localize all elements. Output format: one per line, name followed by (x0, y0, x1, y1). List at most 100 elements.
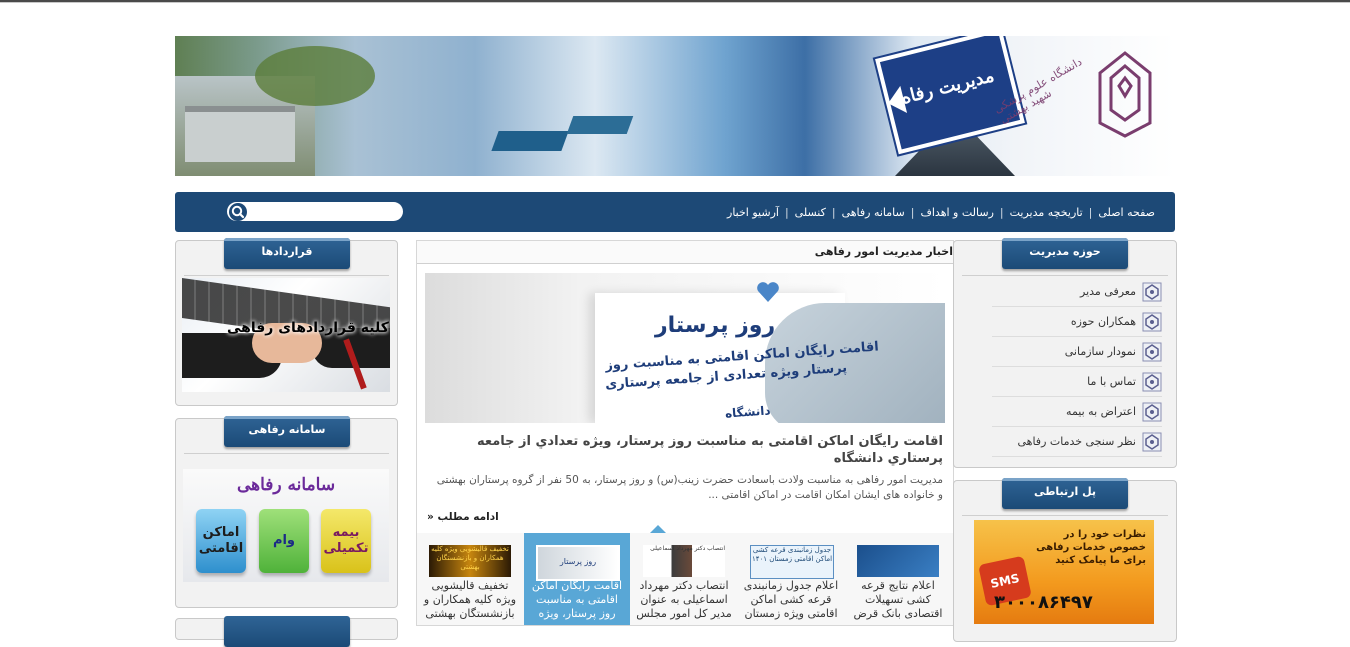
banner-sign-text: مدیریت رفاه (898, 65, 997, 109)
box-divider (184, 453, 389, 454)
contact-bridge-box-title-tab: پل ارتباطی (1002, 478, 1128, 509)
featured-news-image[interactable]: روز پرستار اقامت رایگان اماکن اقامتی به … (425, 273, 945, 423)
left-box-3 (175, 616, 398, 647)
menu-item-label: نظر سنجی خدمات رفاهی (1017, 435, 1136, 448)
banner-trees-photo (255, 46, 375, 106)
thumb-image-text: تخفیف قالیشویی ویژه کلیه همکاران و بازنش… (431, 545, 509, 571)
contact-bridge-box-title: پل ارتباطی (1033, 485, 1097, 498)
featured-news-headline[interactable]: اقامت رايگان اماكن اقامتی به مناسبت روز … (431, 433, 943, 467)
emblem-icon (1142, 402, 1162, 421)
banner-pingpong-table-photo (566, 116, 634, 134)
management-box: حوزه مدیریت معرفی مدیر همکاران حوزه نمود… (953, 238, 1177, 468)
news-section-title: اخبار مدیریت امور رفاهی (814, 245, 953, 258)
nav-item-history[interactable]: تاریخچه مدیریت (1004, 206, 1089, 219)
welfare-system-banner-image[interactable]: سامانه رفاهی بیمه تکمیلی وام اماکن اقامت… (183, 469, 389, 582)
nav-menu: صفحه اصلی | تاریخچه مدیریت | رسالت و اهد… (721, 192, 1161, 232)
menu-item-label: تماس با ما (1087, 375, 1136, 388)
emblem-icon (1142, 432, 1162, 451)
thumb-image-text: جدول زمانبندی قرعه کشی اماکن اقامتی زمست… (751, 546, 833, 563)
featured-news-summary: مدیریت امور رفاهی به مناسبت ولادت باسعاد… (436, 474, 943, 501)
heart-icon (757, 282, 779, 302)
news-thumb-title: تخفیف قالیشویی ویژه کلیه همکاران و بازنش… (423, 579, 517, 620)
menu-item-manager-intro[interactable]: معرفی مدیر (992, 277, 1162, 307)
box-divider (962, 275, 1168, 276)
news-thumb[interactable]: انتصاب دکتر مهرداد اسماعیلی انتصاب دکتر … (631, 533, 737, 625)
menu-item-label: اعتراض به بیمه (1066, 405, 1136, 418)
box-divider (184, 275, 389, 276)
sms-number: ۳۰۰۰۸۶۴۹۷ (994, 592, 1093, 613)
news-panel: اخبار مدیریت امور رفاهی روز پرستار اقامت… (416, 240, 954, 626)
header-banner: مدیریت رفاه دانشگاه علوم پزشکی شهید بهشت… (175, 36, 1175, 176)
news-image-line: روز پرستار (655, 313, 776, 338)
main-nav: صفحه اصلی | تاریخچه مدیریت | رسالت و اهد… (175, 192, 1175, 232)
nav-item-news-archive[interactable]: آرشیو اخبار (721, 206, 785, 219)
contracts-box-title-tab: قراردادها (224, 238, 350, 269)
news-thumb-title: اعلام جدول زمانبندی قرعه کشی اماکن اقامت… (743, 579, 839, 620)
emblem-icon (1142, 282, 1162, 301)
menu-item-survey[interactable]: نظر سنجی خدمات رفاهی (992, 427, 1162, 457)
tab-cap (1002, 238, 1128, 241)
sms-banner-text: نظرات خود را در خصوص خدمات رفاهی برای ما… (1036, 529, 1146, 566)
menu-item-colleagues[interactable]: همکاران حوزه (992, 307, 1162, 337)
contracts-box-title: قراردادها (261, 245, 313, 258)
welfare-system-image-title: سامانه رفاهی (236, 475, 336, 495)
contracts-banner-image[interactable]: کلیه قراردادهای رفاهی (182, 278, 390, 392)
news-thumb-image (857, 545, 939, 577)
emblem-icon (1142, 342, 1162, 361)
management-box-title-tab: حوزه مدیریت (1002, 238, 1128, 269)
news-thumb[interactable]: تخفیف قالیشویی ویژه کلیه همکاران و بازنش… (417, 533, 523, 625)
nav-separator: | (910, 205, 915, 219)
news-thumb[interactable]: جدول زمانبندی قرعه کشی اماکن اقامتی زمست… (738, 533, 844, 625)
nav-item-home[interactable]: صفحه اصلی (1092, 206, 1161, 219)
accommodation-cube: اماکن اقامتی (196, 509, 246, 573)
welfare-system-box-title: سامانه رفاهی (248, 423, 326, 436)
search-input[interactable] (251, 203, 401, 220)
banner-sign: مدیریت رفاه (875, 36, 1025, 155)
news-thumb-image: انتصاب دکتر مهرداد اسماعیلی (643, 545, 725, 577)
menu-item-label: نمودار سازمانی (1064, 345, 1136, 358)
loan-cube: وام (259, 509, 309, 573)
sms-feedback-banner[interactable]: نظرات خود را در خصوص خدمات رفاهی برای ما… (974, 520, 1154, 624)
emblem-icon (1142, 312, 1162, 331)
tab-cap (224, 416, 350, 419)
menu-item-label: همکاران حوزه (1070, 315, 1136, 328)
menu-item-org-chart[interactable]: نمودار سازمانی (992, 337, 1162, 367)
banner-gate-photo (185, 106, 295, 162)
insurance-cube: بیمه تکمیلی (321, 509, 371, 573)
nav-item-cancellation[interactable]: کنسلی (789, 206, 832, 219)
news-header: اخبار مدیریت امور رفاهی (417, 241, 953, 264)
management-box-title: حوزه مدیریت (1029, 245, 1101, 258)
menu-item-label: معرفی مدیر (1080, 285, 1136, 298)
tab-cap (224, 238, 350, 241)
top-border-shadow (0, 2, 1350, 3)
thumb-image-text: انتصاب دکتر مهرداد اسماعیلی (650, 545, 725, 552)
read-more-link[interactable]: » ادامه مطلب (427, 511, 499, 523)
banner-pingpong-table-photo (491, 131, 569, 151)
nav-item-mission[interactable]: رسالت و اهداف (914, 206, 999, 219)
news-thumbnail-strip: تخفیف قالیشویی ویژه کلیه همکاران و بازنش… (417, 533, 953, 625)
welfare-system-box-title-tab: سامانه رفاهی (224, 416, 350, 447)
box-divider (962, 515, 1168, 516)
management-menu: معرفی مدیر همکاران حوزه نمودار سازمانی ت… (962, 277, 1168, 461)
news-thumb-image: تخفیف قالیشویی ویژه کلیه همکاران و بازنش… (429, 545, 511, 577)
news-thumb-image: جدول زمانبندی قرعه کشی اماکن اقامتی زمست… (750, 545, 834, 579)
thumb-image-text: روز پرستار (559, 557, 597, 566)
nav-separator: | (831, 205, 836, 219)
nav-separator: | (999, 205, 1004, 219)
news-thumb-title: انتصاب دکتر مهرداد اسماعیلی به عنوان مدی… (636, 579, 732, 620)
search-box (227, 202, 403, 221)
nav-separator: | (1088, 205, 1093, 219)
search-icon[interactable] (229, 203, 247, 221)
news-thumb-title: اقامت رايگان اماكن اقامتی به مناسبت روز … (531, 579, 623, 620)
emblem-icon (1142, 372, 1162, 391)
news-thumb-image: روز پرستار (536, 545, 620, 581)
news-thumb-active[interactable]: روز پرستار اقامت رايگان اماكن اقامتی به … (524, 533, 630, 625)
contracts-image-caption: کلیه قراردادهای رفاهی (227, 320, 389, 336)
menu-item-contact[interactable]: تماس با ما (992, 367, 1162, 397)
left-box-3-title-tab (224, 616, 350, 647)
nav-separator: | (784, 205, 789, 219)
news-thumb[interactable]: اعلام نتایج قرعه کشی تسهیلات اقتصادی بان… (845, 533, 951, 625)
university-logo-icon (1098, 51, 1152, 138)
menu-item-insurance-objection[interactable]: اعتراض به بیمه (992, 397, 1162, 427)
nav-item-welfare-system[interactable]: سامانه رفاهی (836, 206, 911, 219)
